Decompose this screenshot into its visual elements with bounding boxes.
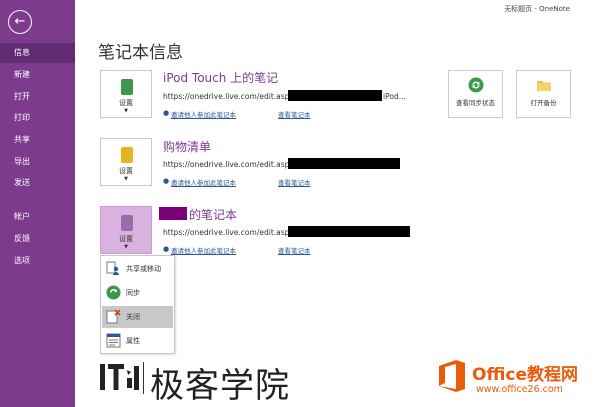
divider: [143, 362, 144, 394]
sync-status-label: 查看同步状态: [456, 99, 495, 107]
menu-item-sync[interactable]: 同步: [102, 282, 173, 304]
sidebar-item-account[interactable]: 帐户: [0, 207, 75, 227]
page-title: 笔记本信息: [98, 43, 183, 63]
ithome-watermark: 极客学院: [150, 366, 290, 406]
sidebar-item-feedback[interactable]: 反馈: [0, 229, 75, 249]
sync-icon: [106, 285, 121, 300]
notebook-name[interactable]: 购物清单: [163, 138, 211, 155]
people-icon: ●: [163, 109, 170, 117]
notebook-url: https://onedrive.live.com/edit.aspx/: [163, 92, 297, 101]
invite-link[interactable]: 邀请他人参加此笔记本: [171, 245, 236, 255]
view-notebook-link[interactable]: 查看笔记本: [278, 177, 311, 187]
notebook-url: https://onedrive.live.com/edit.aspx/: [163, 228, 297, 237]
settings-label: 设置: [119, 235, 133, 243]
notebook-url: https://onedrive.live.com/edit.aspx/: [163, 160, 297, 169]
chevron-down-icon: ▼: [124, 176, 128, 182]
properties-icon: [106, 333, 121, 348]
redacted-box: [288, 226, 410, 237]
sidebar-item-options[interactable]: 选项: [0, 251, 75, 271]
menu-item-share-move[interactable]: 共享或移动: [102, 258, 173, 280]
menu-item-properties[interactable]: 属性: [102, 330, 173, 352]
office-logo: [439, 360, 465, 392]
notebook-icon: [121, 215, 133, 231]
sidebar-item-print[interactable]: 打印: [0, 108, 75, 128]
notebook-name[interactable]: iPod Touch 上的笔记: [163, 69, 278, 86]
menu-item-label: 关闭: [126, 313, 140, 321]
office-watermark-title: Office教程网: [472, 365, 579, 385]
sidebar-item-export[interactable]: 导出: [0, 152, 75, 172]
open-backup-button[interactable]: 打开备份: [516, 70, 571, 118]
sidebar-item-new[interactable]: 新建: [0, 65, 75, 85]
ithome-logo: [100, 364, 139, 390]
redacted-box: [288, 158, 400, 169]
back-arrow-icon[interactable]: ←: [8, 10, 32, 34]
sync-icon: [468, 77, 484, 93]
redacted-box: [159, 207, 187, 220]
sidebar-item-info[interactable]: 信息: [0, 43, 75, 63]
sidebar-item-send[interactable]: 发送: [0, 173, 75, 193]
sidebar-item-share[interactable]: 共享: [0, 130, 75, 150]
notebook-name[interactable]: 的笔记本: [189, 206, 237, 223]
notebook-url-suffix: iPod...: [383, 92, 406, 101]
chevron-down-icon: ▼: [124, 244, 128, 250]
menu-item-label: 共享或移动: [126, 265, 161, 273]
people-icon: ●: [163, 245, 170, 253]
invite-link[interactable]: 邀请他人参加此笔记本: [171, 177, 236, 187]
notebook-settings-button[interactable]: 设置 ▼: [100, 206, 152, 254]
notebook-settings-button[interactable]: 设置 ▼: [100, 138, 152, 186]
notebook-settings-menu: 共享或移动 同步 关闭 属性: [100, 255, 175, 354]
open-backup-label: 打开备份: [530, 99, 557, 107]
share-move-icon: [106, 261, 119, 275]
menu-item-close[interactable]: 关闭: [102, 306, 173, 328]
people-icon: ●: [163, 177, 170, 185]
close-notebook-icon: [106, 309, 121, 324]
settings-label: 设置: [119, 167, 133, 175]
window-title: 无标题页 - OneNote: [504, 5, 570, 13]
invite-link[interactable]: 邀请他人参加此笔记本: [171, 109, 236, 119]
notebook-icon: [121, 147, 133, 163]
view-notebook-link[interactable]: 查看笔记本: [278, 245, 311, 255]
menu-item-label: 属性: [126, 337, 140, 345]
folder-icon: [537, 81, 551, 91]
backstage-sidebar: ← 信息 新建 打开 打印 共享 导出 发送 帐户 反馈 选项: [0, 0, 75, 407]
notebook-settings-button[interactable]: 设置 ▼: [100, 70, 152, 118]
sidebar-item-open[interactable]: 打开: [0, 87, 75, 107]
redacted-box: [288, 90, 382, 101]
menu-item-label: 同步: [126, 289, 140, 297]
notebook-icon: [121, 79, 133, 95]
office-watermark-url: www.office26.com: [476, 384, 563, 395]
settings-label: 设置: [119, 99, 133, 107]
sync-status-button[interactable]: 查看同步状态: [448, 70, 503, 118]
view-notebook-link[interactable]: 查看笔记本: [278, 109, 311, 119]
chevron-down-icon: ▼: [124, 108, 128, 114]
